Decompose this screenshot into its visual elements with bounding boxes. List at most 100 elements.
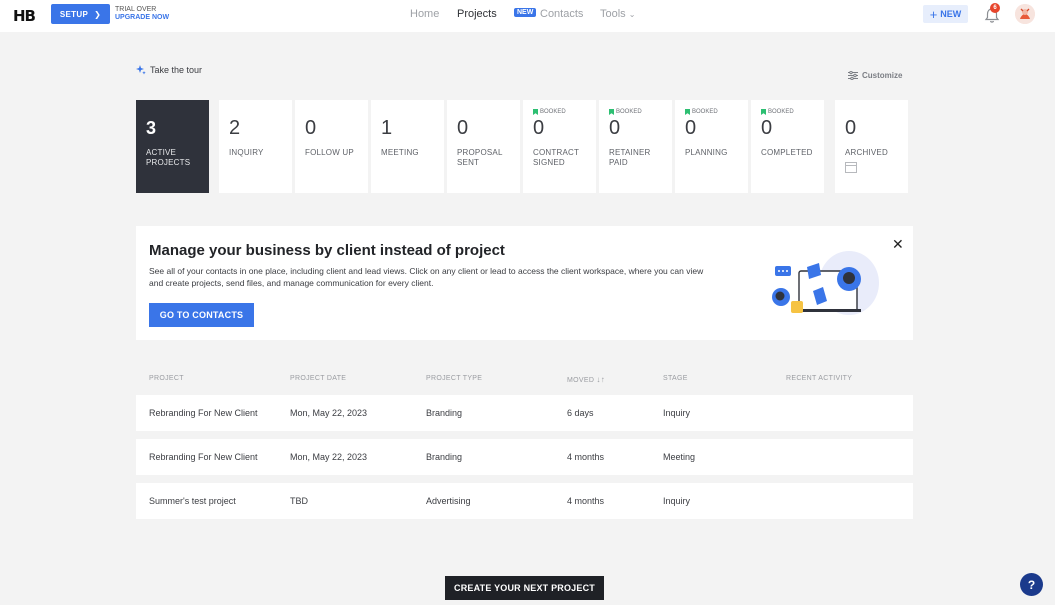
stage-count: 0 (761, 117, 773, 139)
stage-count: 0 (609, 117, 621, 139)
bookmark-icon (761, 109, 766, 115)
cell-stage: Meeting (663, 452, 696, 462)
stage-count: 0 (305, 117, 317, 139)
cell-project: Rebranding For New Client (149, 408, 258, 418)
trial-status: TRIAL OVER UPGRADE NOW (115, 6, 169, 22)
stage-completed[interactable]: BOOKED 0 COMPLETED (751, 100, 824, 193)
stage-label: RETAINER PAID (609, 148, 651, 167)
stage-count: 0 (457, 117, 469, 139)
avatar[interactable] (1015, 4, 1035, 24)
upgrade-link[interactable]: UPGRADE NOW (115, 14, 169, 22)
cell-project-type: Advertising (426, 496, 471, 506)
top-bar: HB SETUP ❯ TRIAL OVER UPGRADE NOW Home P… (0, 0, 1055, 32)
contacts-illustration (772, 251, 879, 315)
avatar-image (1015, 4, 1035, 24)
stage-proposal-sent[interactable]: 0 PROPOSAL SENT (447, 100, 520, 193)
archive-box-icon (845, 162, 857, 173)
cell-project-type: Branding (426, 452, 463, 462)
customize-button[interactable]: Customize (848, 71, 902, 80)
cell-stage: Inquiry (663, 408, 691, 418)
table-row[interactable]: Summer's test project TBD Advertising 4 … (136, 483, 913, 519)
booked-tag: BOOKED (761, 109, 794, 115)
notification-badge: 6 (990, 3, 1000, 13)
take-tour-label: Take the tour (150, 65, 203, 75)
create-project-button[interactable]: CREATE YOUR NEXT PROJECT (445, 576, 604, 600)
stage-label: INQUIRY (229, 148, 264, 157)
col-project-type[interactable]: PROJECT TYPE (426, 375, 482, 382)
stage-inquiry[interactable]: 2 INQUIRY (219, 100, 292, 193)
cell-project-date: Mon, May 22, 2023 (290, 452, 368, 462)
plus-icon: + (929, 6, 938, 22)
trial-status-text: TRIAL OVER (115, 6, 157, 13)
booked-label: BOOKED (692, 109, 718, 115)
booked-tag: BOOKED (609, 109, 642, 115)
go-to-contacts-button[interactable]: GO TO CONTACTS (149, 303, 254, 327)
take-tour-link[interactable]: Take the tour (136, 65, 202, 75)
col-stage[interactable]: STAGE (663, 375, 688, 382)
cell-stage: Inquiry (663, 496, 691, 506)
setup-button-label: SETUP (59, 9, 89, 19)
nav-contacts[interactable]: Contacts (540, 8, 583, 20)
cell-moved: 4 months (567, 496, 605, 506)
stage-count: 2 (229, 117, 241, 139)
stage-meeting[interactable]: 1 MEETING (371, 100, 444, 193)
sliders-icon (848, 71, 858, 80)
stage-label: ARCHIVED (845, 148, 888, 157)
cell-project-date: Mon, May 22, 2023 (290, 408, 368, 418)
col-moved[interactable]: MOVED ↓↑ (567, 375, 605, 384)
cell-project-date: TBD (290, 496, 308, 506)
table-row[interactable]: Rebranding For New Client Mon, May 22, 2… (136, 395, 913, 431)
stage-contract-signed[interactable]: BOOKED 0 CONTRACT SIGNED (523, 100, 596, 193)
sparkle-icon (136, 65, 146, 75)
projects-table-header: PROJECT PROJECT DATE PROJECT TYPE MOVED … (136, 375, 913, 387)
stage-retainer-paid[interactable]: BOOKED 0 RETAINER PAID (599, 100, 672, 193)
booked-tag: BOOKED (685, 109, 718, 115)
app-logo[interactable]: HB (13, 7, 36, 25)
stage-label: COMPLETED (761, 148, 813, 157)
stage-archived[interactable]: 0 ARCHIVED (835, 100, 908, 193)
new-button-label: NEW (940, 9, 962, 19)
booked-label: BOOKED (540, 109, 566, 115)
new-button[interactable]: + NEW (923, 5, 968, 23)
stage-label: PLANNING (685, 148, 728, 157)
customize-label: Customize (862, 71, 903, 80)
close-icon[interactable]: ✕ (892, 236, 904, 253)
stage-label: MEETING (381, 148, 419, 157)
help-button[interactable]: ? (1020, 573, 1043, 596)
stage-label: ACTIVE PROJECTS (146, 148, 191, 167)
stage-label: FOLLOW UP (305, 148, 354, 157)
booked-label: BOOKED (616, 109, 642, 115)
col-project-date[interactable]: PROJECT DATE (290, 375, 346, 382)
nav-tools[interactable]: Tools ⌄ (600, 8, 635, 20)
col-moved-label: MOVED (567, 377, 595, 384)
nav-home[interactable]: Home (410, 8, 439, 20)
sort-icon: ↓↑ (596, 375, 606, 384)
cell-project: Rebranding For New Client (149, 452, 258, 462)
booked-tag: BOOKED (533, 109, 566, 115)
stage-count: 0 (845, 117, 857, 139)
nav-tools-label: Tools (600, 8, 626, 20)
table-row[interactable]: Rebranding For New Client Mon, May 22, 2… (136, 439, 913, 475)
stage-label: PROPOSAL SENT (457, 148, 503, 167)
new-badge: NEW (514, 8, 537, 17)
cell-moved: 4 months (567, 452, 605, 462)
contacts-promo-banner: Manage your business by client instead o… (136, 226, 913, 340)
nav-projects[interactable]: Projects (457, 8, 497, 20)
setup-button[interactable]: SETUP ❯ (51, 4, 110, 24)
stage-count: 3 (146, 118, 157, 138)
stage-planning[interactable]: BOOKED 0 PLANNING (675, 100, 748, 193)
col-project[interactable]: PROJECT (149, 375, 184, 382)
chevron-right-icon: ❯ (94, 9, 102, 19)
promo-title: Manage your business by client instead o… (149, 242, 505, 259)
stage-follow-up[interactable]: 0 FOLLOW UP (295, 100, 368, 193)
stage-active-projects[interactable]: 3 ACTIVE PROJECTS (136, 100, 209, 193)
stage-count: 0 (533, 117, 545, 139)
chevron-down-icon: ⌄ (628, 10, 636, 19)
bookmark-icon (685, 109, 690, 115)
stage-label: CONTRACT SIGNED (533, 148, 579, 167)
cell-project-type: Branding (426, 408, 463, 418)
bookmark-icon (609, 109, 614, 115)
col-recent-activity[interactable]: RECENT ACTIVITY (786, 375, 852, 382)
cell-moved: 6 days (567, 408, 594, 418)
booked-label: BOOKED (768, 109, 794, 115)
